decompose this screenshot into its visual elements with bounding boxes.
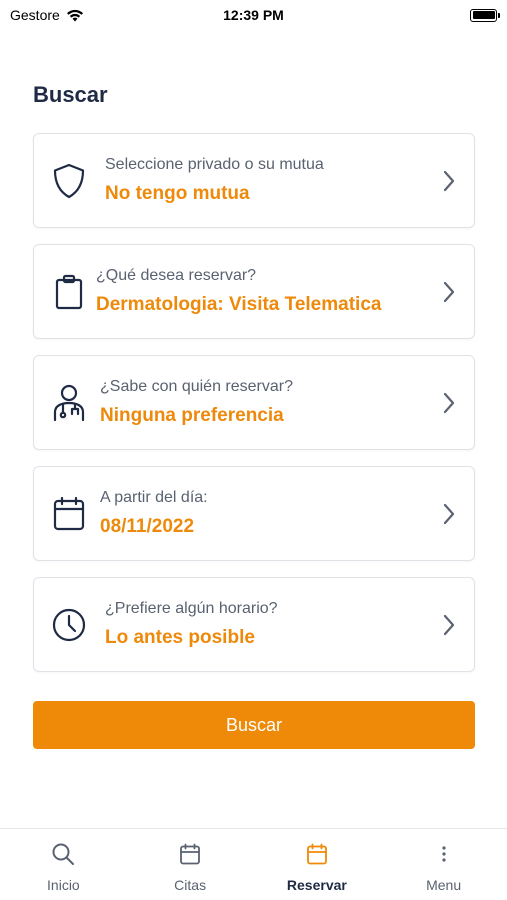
chevron-right-icon	[443, 503, 455, 525]
card-value: Dermatologia: Visita Telematica	[96, 294, 382, 315]
date-selector-card[interactable]: A partir del día: 08/11/2022	[33, 466, 475, 561]
search-icon	[50, 841, 76, 867]
card-label: ¿Prefiere algún horario?	[105, 600, 278, 617]
card-label: ¿Qué desea reservar?	[96, 267, 257, 284]
service-selector-card[interactable]: ¿Qué desea reservar? Dermatologia: Visit…	[33, 244, 475, 339]
tab-label: Citas	[174, 877, 207, 893]
shield-icon	[50, 161, 88, 201]
calendar-icon	[177, 841, 203, 867]
clipboard-icon	[50, 272, 88, 312]
insurance-selector-card[interactable]: Seleccione privado o su mutua No tengo m…	[33, 133, 475, 228]
tab-label: Reservar	[286, 877, 347, 893]
status-left: Gestore	[10, 7, 84, 23]
carrier-name: Gestore	[10, 7, 60, 23]
card-label: A partir del día:	[100, 489, 208, 506]
clock-icon	[50, 605, 88, 645]
tab-reservar[interactable]: Reservar	[254, 829, 381, 900]
card-value: Lo antes posible	[105, 627, 255, 648]
calendar-icon	[304, 841, 330, 867]
chevron-right-icon	[443, 281, 455, 303]
tab-citas[interactable]: Citas	[127, 829, 254, 900]
card-value: Ninguna preferencia	[100, 405, 284, 426]
chevron-right-icon	[443, 614, 455, 636]
more-vertical-icon	[431, 841, 457, 867]
tab-inicio[interactable]: Inicio	[0, 829, 127, 900]
chevron-right-icon	[443, 170, 455, 192]
card-label: Seleccione privado o su mutua	[105, 156, 324, 173]
calendar-icon	[50, 494, 88, 534]
battery-icon	[470, 8, 500, 22]
status-bar: Gestore 12:39 PM	[0, 0, 507, 30]
tab-label: Menu	[426, 877, 462, 893]
card-value: 08/11/2022	[100, 516, 195, 537]
tab-label: Inicio	[47, 877, 80, 893]
bottom-tab-bar: Inicio Citas Reservar Menu	[0, 828, 507, 900]
chevron-right-icon	[443, 392, 455, 414]
doctor-icon	[50, 383, 88, 423]
wifi-icon	[66, 9, 83, 21]
card-label: ¿Sabe con quién reservar?	[100, 378, 293, 395]
search-button[interactable]: Buscar	[33, 701, 475, 749]
time-preference-card[interactable]: ¿Prefiere algún horario? Lo antes posibl…	[33, 577, 475, 672]
card-value: No tengo mutua	[105, 183, 250, 204]
professional-selector-card[interactable]: ¿Sabe con quién reservar? Ninguna prefer…	[33, 355, 475, 450]
tab-menu[interactable]: Menu	[380, 829, 507, 900]
page-title: Buscar	[33, 82, 108, 107]
